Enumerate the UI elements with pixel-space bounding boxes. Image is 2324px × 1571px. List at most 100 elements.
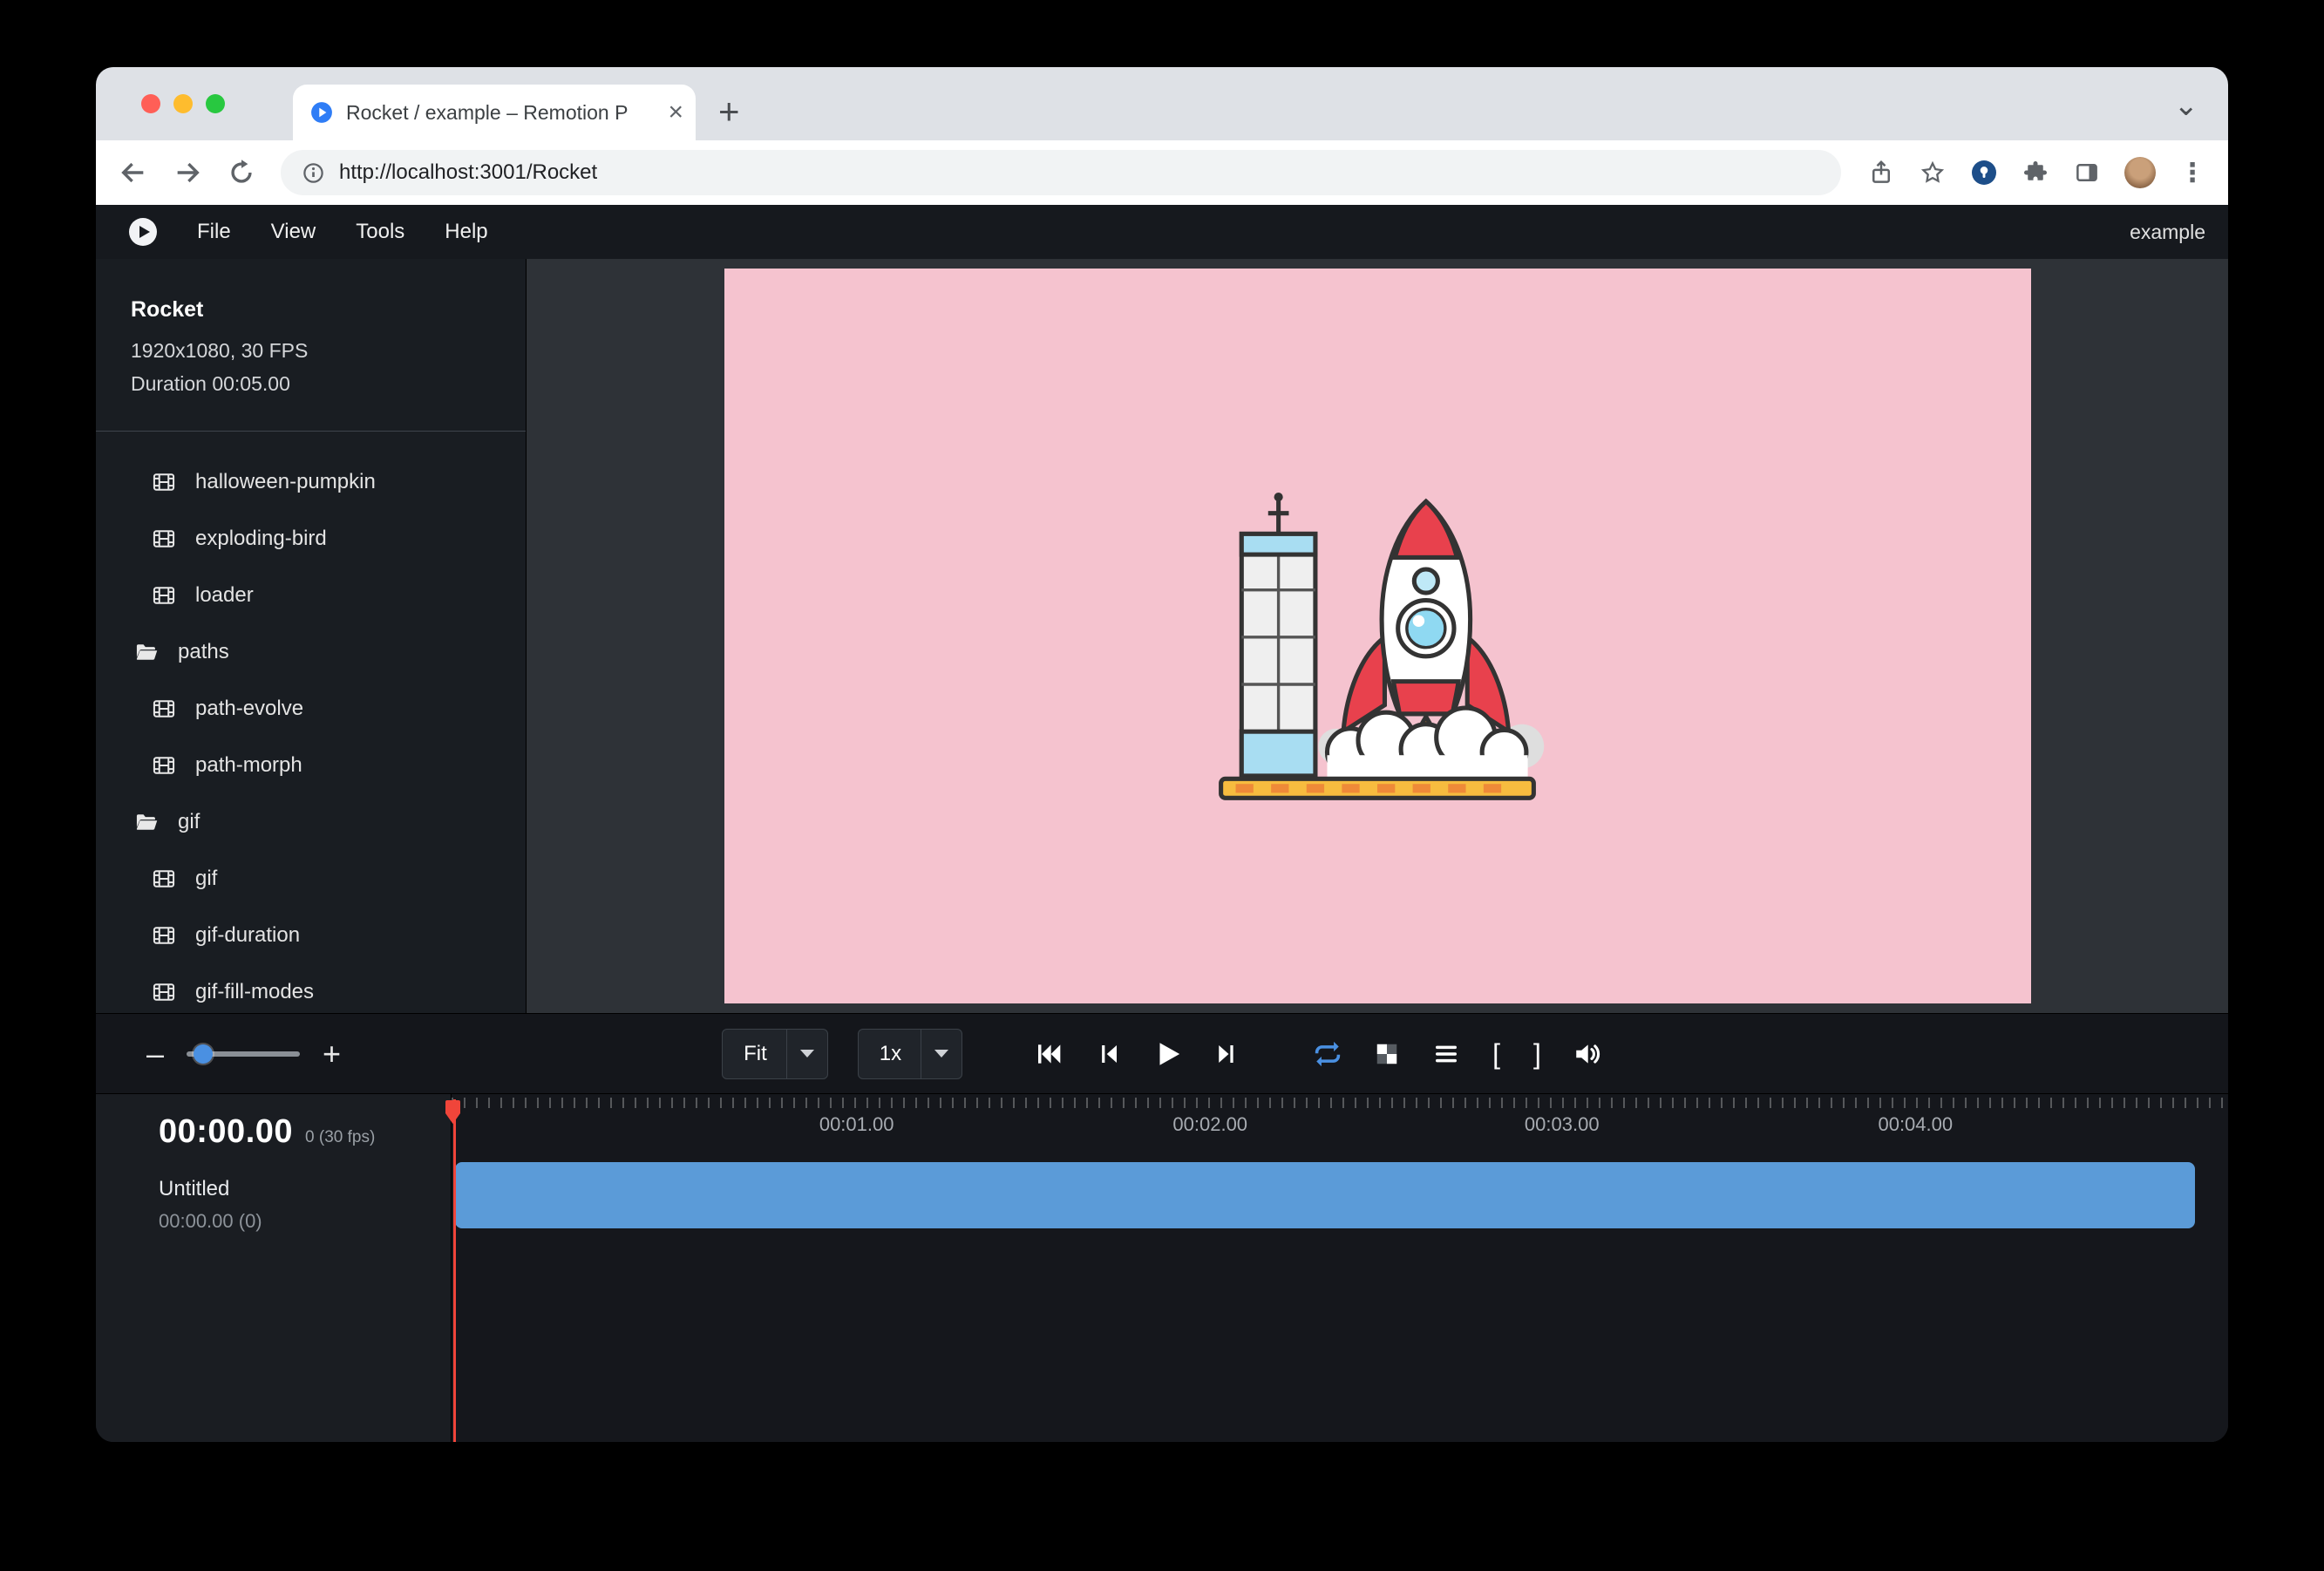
video-canvas xyxy=(724,269,2031,1003)
current-timecode: 00:00.00 xyxy=(159,1113,293,1151)
timeline-clip[interactable] xyxy=(455,1162,2195,1228)
timeline-rows-toggle[interactable] xyxy=(1431,1039,1461,1069)
transparency-checkerboard-toggle[interactable] xyxy=(1372,1039,1402,1069)
chevron-down-icon xyxy=(921,1050,962,1058)
set-in-point-button[interactable]: [ xyxy=(1491,1040,1502,1068)
browser-tab[interactable]: Rocket / example – Remotion P × xyxy=(293,85,696,140)
zoom-out-button[interactable]: – xyxy=(146,1038,164,1070)
next-frame-button[interactable] xyxy=(1212,1039,1241,1069)
folder-open-icon xyxy=(134,640,159,664)
compositions-sidebar: Rocket 1920x1080, 30 FPS Duration 00:05.… xyxy=(96,259,527,1013)
chevron-down-icon xyxy=(787,1050,827,1058)
browser-menu-kebab-icon[interactable]: ⋮ xyxy=(2179,158,2205,188)
preview-area xyxy=(527,259,2228,1013)
sidebar-item-gif[interactable]: gif xyxy=(96,851,526,908)
film-icon xyxy=(152,470,176,494)
sidebar-item-path-morph[interactable]: path-morph xyxy=(96,738,526,794)
film-icon xyxy=(152,753,176,778)
back-button[interactable] xyxy=(119,158,148,187)
bookmark-star-icon[interactable] xyxy=(1919,159,1947,187)
menu-help[interactable]: Help xyxy=(445,220,487,244)
minimize-window-button[interactable] xyxy=(173,94,193,113)
menu-file[interactable]: File xyxy=(197,220,231,244)
composition-resolution: 1920x1080, 30 FPS xyxy=(131,335,494,368)
play-button[interactable] xyxy=(1152,1039,1182,1069)
sidebar-item-label: exploding-bird xyxy=(195,527,327,551)
sidebar-item-label: loader xyxy=(195,583,254,608)
timeline-tracks[interactable]: 00:01.00 00:02.00 00:03.00 00:04.00 xyxy=(452,1094,2228,1442)
traffic-lights xyxy=(141,94,225,113)
zoom-slider-knob[interactable] xyxy=(194,1044,213,1064)
film-icon xyxy=(152,583,176,608)
zoom-slider[interactable] xyxy=(187,1044,300,1064)
ruler-ticks xyxy=(452,1098,2228,1108)
sidebar-item-label: path-morph xyxy=(195,753,302,778)
profile-avatar[interactable] xyxy=(2124,157,2156,188)
track-timecode: 00:00.00 (0) xyxy=(159,1210,451,1233)
rocket-illustration xyxy=(1186,463,1569,810)
tab-title: Rocket / example – Remotion P xyxy=(346,101,655,125)
composition-list: halloween-pumpkin exploding-bird loader … xyxy=(96,432,526,1013)
timeline-ruler[interactable]: 00:01.00 00:02.00 00:03.00 00:04.00 xyxy=(452,1094,2228,1143)
sidebar-item-path-evolve[interactable]: path-evolve xyxy=(96,681,526,738)
password-manager-extension-icon[interactable] xyxy=(1970,159,1998,187)
app-menu-bar: File View Tools Help example xyxy=(96,205,2228,259)
site-info-icon[interactable] xyxy=(302,161,325,185)
sidebar-item-loader[interactable]: loader xyxy=(96,568,526,624)
side-panel-icon[interactable] xyxy=(2073,159,2101,187)
forward-button[interactable] xyxy=(173,158,202,187)
sidebar-item-label: paths xyxy=(178,640,229,664)
playhead-pin[interactable] xyxy=(444,1099,462,1126)
sidebar-item-halloween-pumpkin[interactable]: halloween-pumpkin xyxy=(96,454,526,511)
timeline: 00:00.00 0 (30 fps) Untitled 00:00.00 (0… xyxy=(96,1093,2228,1442)
loop-toggle-icon[interactable] xyxy=(1313,1039,1342,1069)
sidebar-folder-paths[interactable]: paths xyxy=(96,624,526,681)
ruler-label-4s: 00:04.00 xyxy=(1878,1113,1953,1136)
film-icon xyxy=(152,867,176,891)
new-tab-button[interactable]: + xyxy=(718,93,740,130)
ruler-label-1s: 00:01.00 xyxy=(819,1113,894,1136)
tab-close-icon[interactable]: × xyxy=(668,99,683,126)
playback-toolbar: – + Fit 1x xyxy=(96,1013,2228,1093)
close-window-button[interactable] xyxy=(141,94,160,113)
extensions-puzzle-icon[interactable] xyxy=(2022,159,2049,187)
sidebar-item-exploding-bird[interactable]: exploding-bird xyxy=(96,511,526,568)
canvas-size-dropdown[interactable]: Fit xyxy=(722,1029,828,1079)
project-name-label[interactable]: example xyxy=(2130,221,2205,244)
tab-search-chevron-icon[interactable]: ⌄ xyxy=(2174,88,2199,123)
share-button[interactable] xyxy=(1867,159,1895,187)
playback-speed-value: 1x xyxy=(880,1042,921,1066)
folder-open-icon xyxy=(134,810,159,834)
previous-frame-button[interactable] xyxy=(1093,1039,1123,1069)
sidebar-item-gif-fill-modes[interactable]: gif-fill-modes xyxy=(96,964,526,1013)
playback-controls: Fit 1x xyxy=(722,1029,1602,1079)
menu-tools[interactable]: Tools xyxy=(356,220,404,244)
frame-counter: 0 (30 fps) xyxy=(305,1128,375,1147)
menu-view[interactable]: View xyxy=(271,220,316,244)
film-icon xyxy=(152,923,176,948)
zoom-in-button[interactable]: + xyxy=(323,1038,341,1070)
set-out-point-button[interactable]: ] xyxy=(1532,1040,1543,1068)
sidebar-item-gif-duration[interactable]: gif-duration xyxy=(96,908,526,964)
ruler-label-3s: 00:03.00 xyxy=(1525,1113,1600,1136)
playback-speed-dropdown[interactable]: 1x xyxy=(858,1029,962,1079)
tab-favicon xyxy=(310,101,333,124)
sidebar-item-label: gif-duration xyxy=(195,923,300,948)
composition-info: Rocket 1920x1080, 30 FPS Duration 00:05.… xyxy=(96,259,526,431)
url-text: http://localhost:3001/Rocket xyxy=(339,160,597,185)
film-icon xyxy=(152,527,176,551)
film-icon xyxy=(152,697,176,721)
volume-icon[interactable] xyxy=(1573,1039,1602,1069)
sidebar-item-label: gif-fill-modes xyxy=(195,980,314,1004)
url-field[interactable]: http://localhost:3001/Rocket xyxy=(281,150,1841,195)
sidebar-folder-gif[interactable]: gif xyxy=(96,794,526,851)
jump-to-start-button[interactable] xyxy=(1034,1039,1063,1069)
reload-button[interactable] xyxy=(227,158,256,187)
tab-strip: Rocket / example – Remotion P × + ⌄ xyxy=(96,67,2228,140)
sidebar-item-label: halloween-pumpkin xyxy=(195,470,376,494)
ruler-label-2s: 00:02.00 xyxy=(1172,1113,1247,1136)
remotion-logo-icon[interactable] xyxy=(129,218,157,246)
playhead-line[interactable] xyxy=(453,1099,456,1442)
address-bar: http://localhost:3001/Rocket xyxy=(96,140,2228,205)
zoom-window-button[interactable] xyxy=(206,94,225,113)
